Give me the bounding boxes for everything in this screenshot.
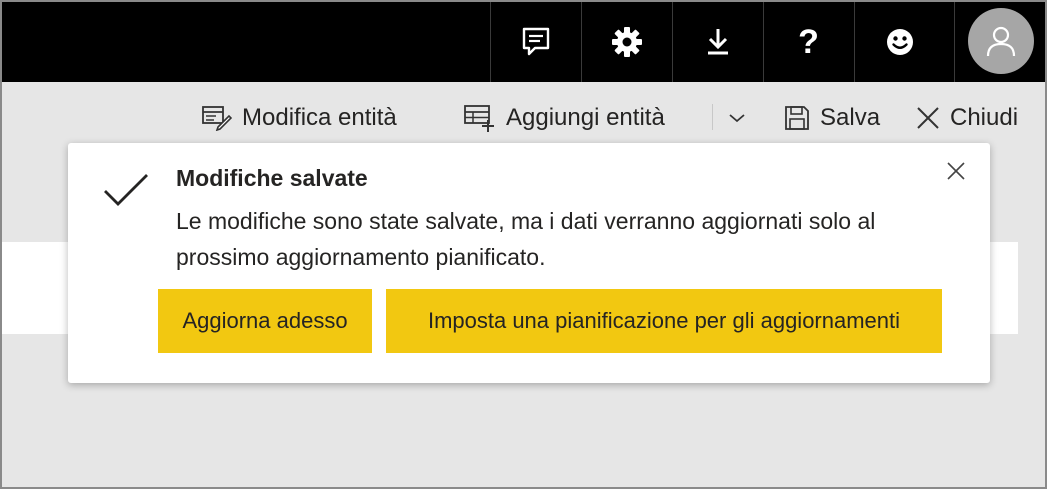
close-button[interactable]: Chiudi: [916, 98, 1018, 138]
help-button[interactable]: ?: [763, 2, 853, 82]
notification-message: Le modifiche sono state salvate, ma i da…: [176, 208, 876, 270]
feedback-icon: [522, 27, 549, 56]
save-icon: [785, 106, 809, 130]
save-label: Salva: [820, 104, 881, 131]
edit-entities-label: Modifica entità: [242, 104, 397, 131]
close-icon: [947, 162, 965, 180]
edit-table-icon: [202, 106, 232, 131]
ribbon-separator: [712, 104, 713, 130]
download-button[interactable]: [672, 2, 762, 82]
set-schedule-button[interactable]: Imposta una pianificazione per gli aggio…: [386, 289, 942, 353]
command-ribbon: Modifica entità Aggiungi entità Salva Ch…: [2, 82, 1045, 148]
close-label: Chiudi: [950, 104, 1019, 131]
help-icon: ?: [798, 23, 819, 61]
checkmark-icon: [104, 174, 148, 206]
notification-title: Modifiche salvate: [176, 165, 368, 191]
refresh-now-button[interactable]: Aggiorna adesso: [158, 289, 372, 353]
edit-entities-button[interactable]: Modifica entità: [202, 98, 397, 138]
app-window: ? Modifica entità Aggiungi entità Salva …: [0, 0, 1047, 489]
close-icon: [917, 107, 939, 129]
add-entities-label: Aggiungi entità: [506, 104, 665, 131]
add-entities-button[interactable]: Aggiungi entità: [464, 98, 665, 138]
add-entities-dropdown[interactable]: [728, 98, 746, 138]
smiley-icon: [886, 29, 913, 55]
account-button[interactable]: [954, 2, 1045, 82]
top-bar: ?: [2, 2, 1045, 82]
avatar[interactable]: [968, 8, 1034, 74]
user-avatar-icon: [986, 26, 1016, 57]
feedback-smiley-button[interactable]: [854, 2, 944, 82]
settings-button[interactable]: [581, 2, 671, 82]
add-table-icon: [464, 105, 494, 132]
dismiss-notification-button[interactable]: [942, 157, 970, 185]
gear-icon: [611, 27, 642, 57]
saved-notification: Modifiche salvate Le modifiche sono stat…: [68, 143, 990, 383]
download-icon: [707, 29, 728, 55]
chevron-down-icon: [729, 114, 745, 123]
feedback-button[interactable]: [490, 2, 580, 82]
save-button[interactable]: Salva: [784, 98, 880, 138]
